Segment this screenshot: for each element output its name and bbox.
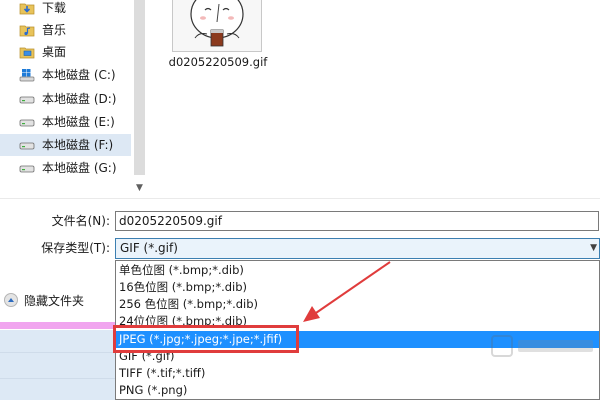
nav-item-label: 本地磁盘 (G:) xyxy=(42,161,117,175)
file-list-area: d0205220509.gif xyxy=(148,0,600,198)
desktop-folder-icon xyxy=(19,44,35,60)
drive-icon xyxy=(19,114,35,130)
drive-icon xyxy=(19,91,35,107)
windows-drive-icon xyxy=(19,67,35,83)
hide-folders-toggle[interactable]: 隐藏文件夹 xyxy=(4,291,84,309)
file-item[interactable]: d0205220509.gif xyxy=(168,0,270,95)
nav-item-label: 本地磁盘 (C:) xyxy=(42,68,116,82)
navigation-pane: 下载 音乐 桌面 本地磁盘 (C:) 本地磁盘 (D:) 本地磁盘 (E:) 本… xyxy=(0,0,134,198)
file-type-dropdown: 单色位图 (*.bmp;*.dib) 16色位图 (*.bmp;*.dib) 2… xyxy=(115,260,600,400)
nav-item-label: 桌面 xyxy=(42,45,67,59)
nav-scrollbar[interactable]: ▼ xyxy=(131,0,148,198)
footer-panel xyxy=(0,330,115,400)
drive-icon xyxy=(19,160,35,176)
save-as-dialog: 下载 音乐 桌面 本地磁盘 (C:) 本地磁盘 (D:) 本地磁盘 (E:) 本… xyxy=(0,0,600,400)
download-folder-icon xyxy=(19,0,35,16)
music-folder-icon xyxy=(19,22,35,38)
nav-item-downloads[interactable]: 下载 xyxy=(0,0,131,19)
nav-item-label: 本地磁盘 (D:) xyxy=(42,92,117,106)
dropdown-option[interactable]: 256 色位图 (*.bmp;*.dib) xyxy=(116,296,599,313)
dropdown-option[interactable]: GIF (*.gif) xyxy=(116,348,599,365)
scroll-down-arrow-icon[interactable]: ▼ xyxy=(131,180,148,196)
chevron-down-icon[interactable]: ▼ xyxy=(590,239,597,258)
dropdown-option-jpeg[interactable]: JPEG (*.jpg;*.jpeg;*.jpe;*.jfif) xyxy=(116,331,599,348)
dropdown-option[interactable]: 16色位图 (*.bmp;*.dib) xyxy=(116,279,599,296)
filename-label: 文件名(N): xyxy=(51,214,110,228)
nav-item-label: 本地磁盘 (E:) xyxy=(42,115,115,129)
nav-item-drive-g[interactable]: 本地磁盘 (G:) xyxy=(0,157,131,179)
nav-item-label: 音乐 xyxy=(42,23,67,37)
file-type-label: 保存类型(T): xyxy=(41,241,110,255)
nav-item-drive-c[interactable]: 本地磁盘 (C:) xyxy=(0,64,131,86)
dropdown-option[interactable]: TIFF (*.tif;*.tiff) xyxy=(116,365,599,382)
file-name: d0205220509.gif xyxy=(168,55,268,69)
nav-item-music[interactable]: 音乐 xyxy=(0,19,131,41)
dropdown-option[interactable]: 24位位图 (*.bmp;*.dib) xyxy=(116,313,599,330)
dropdown-option[interactable]: PNG (*.png) xyxy=(116,382,599,399)
drive-icon xyxy=(19,137,35,153)
nav-scroll-thumb[interactable] xyxy=(134,0,145,175)
file-type-select[interactable]: GIF (*.gif) ▼ xyxy=(115,238,600,259)
dropdown-option[interactable]: 单色位图 (*.bmp;*.dib) xyxy=(116,262,599,279)
nav-item-label: 下载 xyxy=(42,1,67,15)
hide-folders-label: 隐藏文件夹 xyxy=(24,293,85,308)
footer-strip xyxy=(0,322,115,329)
nav-item-drive-f[interactable]: 本地磁盘 (F:) xyxy=(0,134,131,156)
nav-item-drive-d[interactable]: 本地磁盘 (D:) xyxy=(0,88,131,110)
nav-item-drive-e[interactable]: 本地磁盘 (E:) xyxy=(0,111,131,133)
chevron-up-icon xyxy=(4,293,18,307)
nav-item-desktop[interactable]: 桌面 xyxy=(0,41,131,63)
file-type-selected-value: GIF (*.gif) xyxy=(120,241,178,255)
nav-item-label: 本地磁盘 (F:) xyxy=(42,138,114,152)
cartoon-character-drinking-thumbnail xyxy=(172,0,262,52)
filename-input[interactable]: d0205220509.gif xyxy=(115,211,599,231)
